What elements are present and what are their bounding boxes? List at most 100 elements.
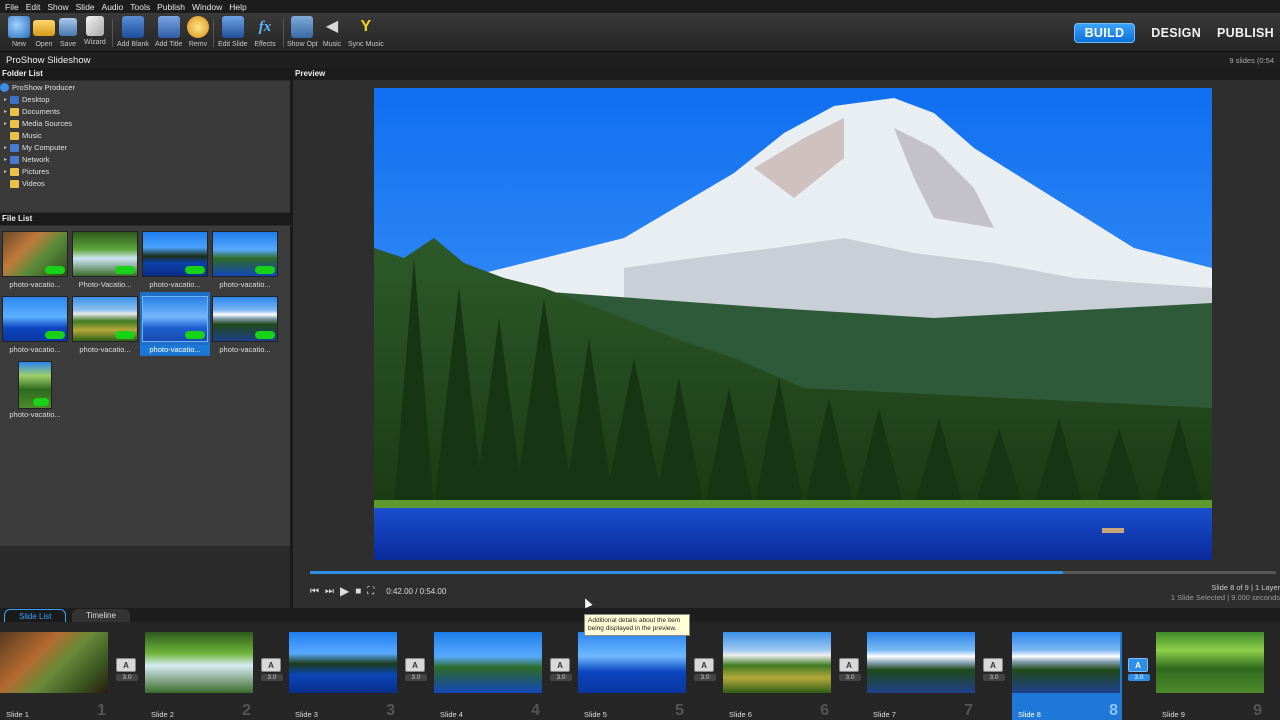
network-icon bbox=[10, 155, 19, 164]
toolbar-separator bbox=[213, 19, 214, 47]
slide-thumbnail[interactable] bbox=[434, 632, 542, 693]
slide-thumbnail[interactable] bbox=[723, 632, 831, 693]
folder-item-desktop[interactable]: ▸ Desktop bbox=[4, 94, 50, 105]
menu-edit[interactable]: Edit bbox=[26, 2, 41, 12]
slide-thumbnail[interactable] bbox=[578, 632, 686, 693]
transition-duration: 3.0 bbox=[116, 674, 138, 681]
add-title-button[interactable]: Add Title bbox=[155, 16, 182, 50]
slide-thumbnail[interactable] bbox=[867, 632, 975, 693]
file-thumbnail[interactable] bbox=[142, 231, 208, 277]
file-thumbnail-selected[interactable] bbox=[142, 296, 208, 342]
folder-item-music[interactable]: Music bbox=[4, 130, 42, 141]
file-thumbnail[interactable] bbox=[212, 296, 278, 342]
transition-icon: A bbox=[1128, 658, 1148, 672]
slide-item[interactable]: Slide 2 2 bbox=[145, 632, 255, 720]
file-thumbnail[interactable] bbox=[72, 231, 138, 277]
save-button[interactable]: Save bbox=[59, 16, 77, 50]
edit-slide-button[interactable]: Edit Slide bbox=[218, 16, 248, 50]
slide-item[interactable]: Slide 1 1 bbox=[0, 632, 110, 720]
effects-button[interactable]: fx Effects bbox=[254, 16, 276, 50]
folder-item-proshow-producer[interactable]: ProShow Producer bbox=[0, 82, 75, 93]
transition-button[interactable]: A 3.0 bbox=[694, 658, 716, 688]
slide-number: 8 bbox=[1109, 702, 1118, 719]
new-button[interactable]: New bbox=[8, 16, 30, 50]
preview-progress-bar[interactable] bbox=[310, 571, 1276, 574]
slide-thumbnail[interactable] bbox=[289, 632, 397, 693]
menu-show[interactable]: Show bbox=[47, 2, 68, 12]
file-name: photo-vacatio... bbox=[9, 280, 61, 289]
stop-icon[interactable]: ■ bbox=[355, 586, 361, 597]
folder-label: Music bbox=[22, 131, 42, 140]
transition-button[interactable]: A 3.0 bbox=[983, 658, 1005, 688]
slide-item[interactable]: Slide 3 3 bbox=[289, 632, 399, 720]
music-button[interactable]: ◀ Music bbox=[321, 16, 343, 50]
slide-name: Slide 5 bbox=[584, 710, 607, 719]
folder-item-pictures[interactable]: ▸ Pictures bbox=[4, 166, 49, 177]
wizard-icon bbox=[85, 16, 104, 36]
file-thumbnail[interactable] bbox=[2, 296, 68, 342]
slide-name: Slide 4 bbox=[440, 710, 463, 719]
folder-label: Desktop bbox=[22, 95, 50, 104]
menu-file[interactable]: File bbox=[5, 2, 19, 12]
folder-item-media-sources[interactable]: ▸ Media Sources bbox=[4, 118, 72, 129]
slide-item[interactable]: Slide 5 5 bbox=[578, 632, 688, 720]
slide-item[interactable]: Slide 6 6 bbox=[723, 632, 833, 720]
used-badge bbox=[45, 331, 65, 339]
add-blank-label: Add Blank bbox=[117, 41, 149, 48]
menu-window[interactable]: Window bbox=[192, 2, 222, 12]
publish-tab[interactable]: PUBLISH bbox=[1217, 26, 1274, 40]
fullscreen-icon[interactable]: ⛶ bbox=[367, 586, 374, 597]
transition-button[interactable]: A 3.0 bbox=[550, 658, 572, 688]
folder-item-network[interactable]: ▸ Network bbox=[4, 154, 50, 165]
transition-button[interactable]: A 3.0 bbox=[116, 658, 138, 688]
menu-publish[interactable]: Publish bbox=[157, 2, 185, 12]
slide-number: 3 bbox=[386, 702, 395, 719]
transition-button[interactable]: A 3.0 bbox=[1128, 658, 1150, 688]
transition-button[interactable]: A 3.0 bbox=[839, 658, 861, 688]
show-options-icon bbox=[291, 16, 314, 38]
open-button[interactable]: Open bbox=[33, 16, 55, 50]
used-badge bbox=[255, 266, 275, 274]
play-icon[interactable]: ▶ bbox=[340, 584, 349, 598]
menu-help[interactable]: Help bbox=[229, 2, 246, 12]
sync-music-button[interactable]: Y Sync Music bbox=[348, 16, 384, 50]
folder-item-my-computer[interactable]: ▸ My Computer bbox=[4, 142, 67, 153]
skip-back-icon[interactable]: ⏮ bbox=[310, 586, 319, 597]
selection-info: 1 Slide Selected | 9.000 seconds bbox=[1170, 593, 1280, 602]
folder-item-videos[interactable]: Videos bbox=[4, 178, 45, 189]
menu-slide[interactable]: Slide bbox=[76, 2, 95, 12]
slide-number: 5 bbox=[675, 702, 684, 719]
slide-thumbnail[interactable] bbox=[1156, 632, 1264, 693]
slide-thumbnail[interactable] bbox=[0, 632, 108, 693]
menu-tools[interactable]: Tools bbox=[130, 2, 150, 12]
file-thumbnail[interactable] bbox=[18, 361, 52, 409]
file-name: photo-vacatio... bbox=[219, 280, 271, 289]
tab-timeline[interactable]: Timeline bbox=[72, 609, 130, 622]
tab-slide-list[interactable]: Slide List bbox=[4, 609, 67, 622]
remove-button[interactable]: Remv bbox=[187, 16, 209, 50]
file-thumbnail[interactable] bbox=[212, 231, 278, 277]
slide-item[interactable]: Slide 8 8 bbox=[1012, 632, 1122, 720]
slide-item[interactable]: Slide 9 9 bbox=[1156, 632, 1266, 720]
file-list-heading: File List bbox=[0, 213, 290, 225]
slide-position: Slide 8 of 9 | 1 Layer bbox=[1211, 583, 1280, 592]
build-tab[interactable]: BUILD bbox=[1073, 23, 1136, 43]
file-thumbnail[interactable] bbox=[72, 296, 138, 342]
menu-audio[interactable]: Audio bbox=[102, 2, 124, 12]
toolbar-separator bbox=[112, 19, 113, 47]
wizard-button[interactable]: Wizard bbox=[84, 16, 106, 50]
add-blank-button[interactable]: Add Blank bbox=[117, 16, 149, 50]
skip-forward-icon[interactable]: ⏭ bbox=[325, 586, 334, 597]
show-options-button[interactable]: Show Opt bbox=[287, 16, 318, 50]
file-thumbnail[interactable] bbox=[2, 231, 68, 277]
transition-button[interactable]: A 3.0 bbox=[405, 658, 427, 688]
slide-item[interactable]: Slide 7 7 bbox=[867, 632, 977, 720]
slide-thumbnail[interactable] bbox=[145, 632, 253, 693]
design-tab[interactable]: DESIGN bbox=[1151, 26, 1201, 40]
folder-icon bbox=[33, 20, 55, 36]
file-name: photo-vacatio... bbox=[9, 345, 61, 354]
folder-item-documents[interactable]: ▸ Documents bbox=[4, 106, 60, 117]
transition-button[interactable]: A 3.0 bbox=[261, 658, 283, 688]
slide-thumbnail[interactable] bbox=[1012, 632, 1120, 693]
slide-item[interactable]: Slide 4 4 bbox=[434, 632, 544, 720]
